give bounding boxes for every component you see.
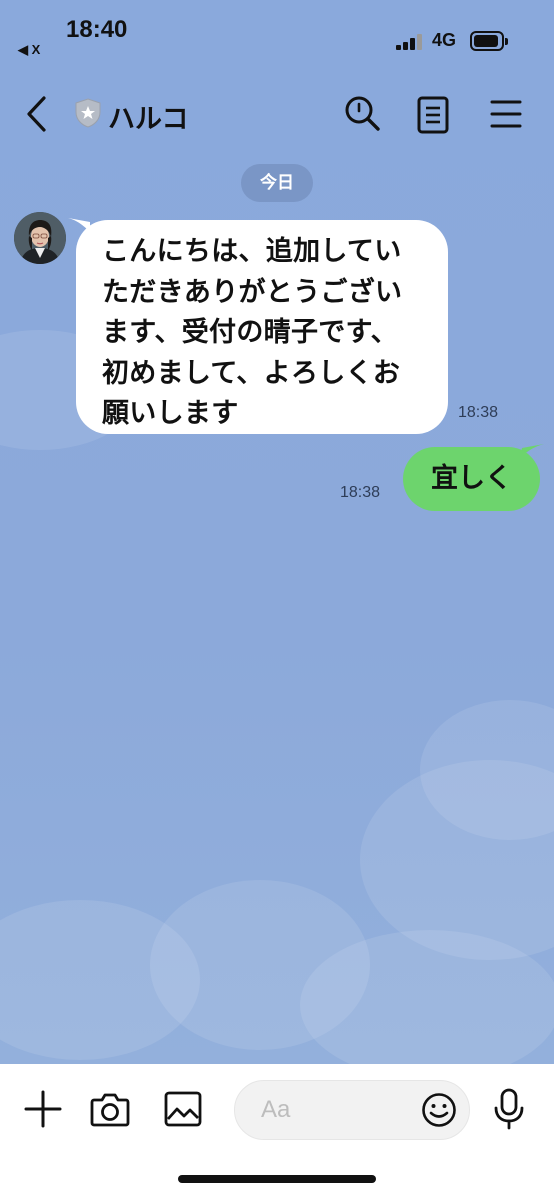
message-timestamp: 18:38 — [458, 404, 499, 421]
plus-icon[interactable] — [24, 1090, 62, 1132]
message-line: ただきありがとうござい — [102, 276, 403, 308]
microphone-icon[interactable] — [492, 1088, 526, 1134]
network-type: 4G — [432, 30, 457, 50]
shield-star-icon — [74, 98, 102, 132]
camera-icon[interactable] — [90, 1091, 130, 1131]
note-icon[interactable] — [417, 96, 449, 138]
chat-title: ハルコ — [108, 104, 189, 135]
avatar[interactable] — [14, 212, 66, 264]
chat-header: ハルコ — [0, 80, 554, 150]
message-line: 初めまして、よろしくお — [102, 357, 401, 389]
home-indicator[interactable] — [178, 1175, 376, 1183]
message-line: ます、受付の晴子です、 — [102, 317, 398, 348]
search-icon[interactable] — [343, 94, 381, 136]
status-bar: 18:40 ◀ X 4G — [0, 0, 554, 70]
outgoing-message-bubble[interactable]: 宜しく — [403, 447, 540, 511]
message-timestamp: 18:38 — [340, 484, 381, 501]
image-icon[interactable] — [164, 1091, 202, 1131]
signal-strength-icon — [396, 34, 426, 50]
back-to-app-link[interactable]: ◀ X — [18, 42, 40, 58]
chevron-left-icon[interactable] — [22, 96, 52, 136]
menu-icon[interactable] — [490, 98, 522, 134]
emoji-icon[interactable] — [421, 1092, 457, 1132]
message-line: 願いします — [102, 398, 239, 429]
date-separator: 今日 — [241, 164, 313, 202]
chat-background — [0, 0, 554, 1064]
incoming-message-bubble[interactable]: こんにちは、追加してい ただきありがとうござい ます、受付の晴子です、 初めまし… — [76, 220, 448, 434]
status-time: 18:40 — [66, 16, 128, 43]
message-line: こんにちは、追加してい — [102, 236, 402, 267]
battery-icon — [470, 31, 508, 51]
